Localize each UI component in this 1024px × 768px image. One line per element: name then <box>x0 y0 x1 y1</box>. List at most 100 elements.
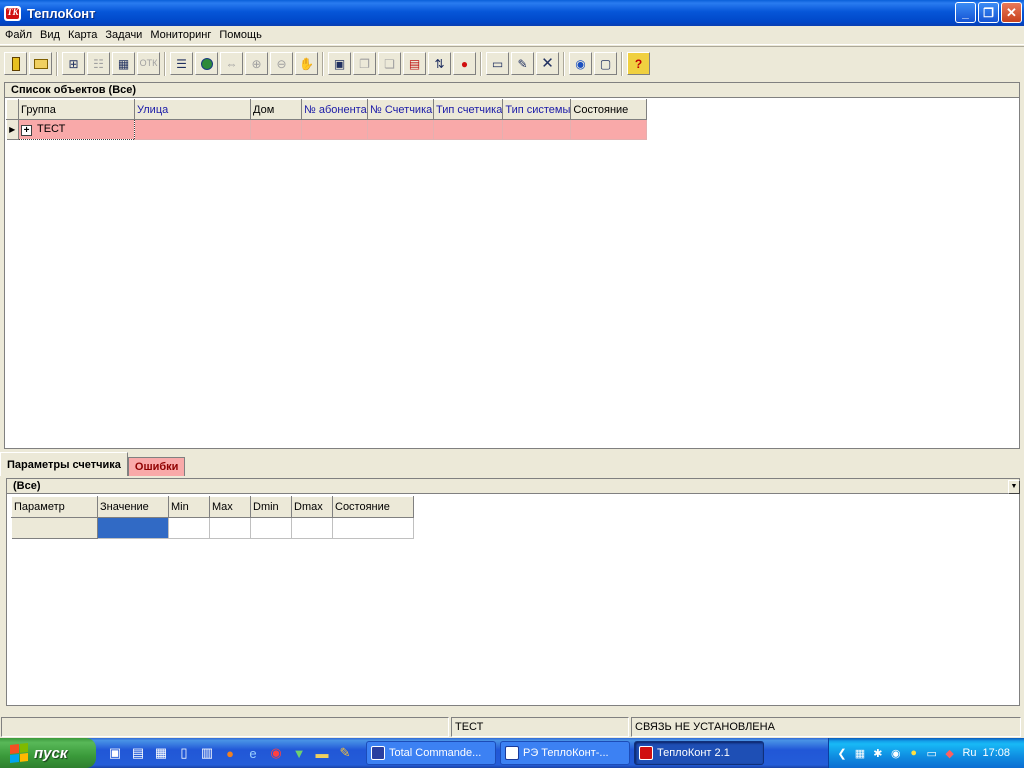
edit-note-icon[interactable]: ✎ <box>511 52 534 75</box>
copy-icon[interactable]: ❐ <box>353 52 376 75</box>
security-icon[interactable]: ● <box>907 746 921 760</box>
start-button[interactable]: пуск <box>0 738 96 768</box>
column-header-dmin[interactable]: Dmin <box>250 496 292 518</box>
cell-meter-type[interactable] <box>433 119 504 140</box>
minimize-button[interactable]: _ <box>955 2 976 23</box>
task-word-document[interactable]: РЭ ТеплоКонт-... <box>500 741 630 765</box>
pan-icon[interactable]: ✋ <box>295 52 318 75</box>
cell-meter-no[interactable] <box>367 119 434 140</box>
cell-subscriber-no[interactable] <box>301 119 368 140</box>
cell-system-type[interactable] <box>502 119 572 140</box>
zoom-out-icon[interactable]: ⊖ <box>270 52 293 75</box>
table-row[interactable]: ▶ + ТЕСТ <box>6 119 648 140</box>
paste-icon[interactable]: ❏ <box>378 52 401 75</box>
show-desktop-icon[interactable]: ▣ <box>106 744 124 762</box>
column-header-max[interactable]: Max <box>209 496 251 518</box>
task-label: Total Commande... <box>389 747 482 759</box>
column-header-subscriber-no[interactable]: № абонента <box>301 99 368 120</box>
column-header-group[interactable]: Группа <box>18 99 135 120</box>
title-bar[interactable]: TK ТеплоКонт _ ❐ ✕ <box>0 0 1024 26</box>
column-header-param-state[interactable]: Состояние <box>332 496 414 518</box>
task-list: Total Commande... РЭ ТеплоКонт-... Тепло… <box>366 741 764 765</box>
cell-dmin[interactable] <box>250 517 292 539</box>
cell-group[interactable]: + ТЕСТ <box>18 119 135 140</box>
tree-view-icon[interactable]: ⊞ <box>62 52 85 75</box>
column-header-meter-type[interactable]: Тип счетчика <box>432 99 504 120</box>
cell-value-selected[interactable] <box>97 517 169 539</box>
tab-errors[interactable]: Ошибки <box>127 457 186 476</box>
table-icon[interactable]: ▦ <box>112 52 135 75</box>
opera-icon[interactable]: ◉ <box>267 744 285 762</box>
document-list-icon[interactable]: ☰ <box>170 52 193 75</box>
network-icon[interactable]: ⇅ <box>428 52 451 75</box>
menu-tasks[interactable]: Задачи <box>105 29 148 41</box>
globe-icon[interactable]: ◉ <box>569 52 592 75</box>
column-header-street[interactable]: Улица <box>134 99 251 120</box>
otk-icon[interactable]: ОТК <box>137 52 160 75</box>
bug-icon[interactable]: ● <box>453 52 476 75</box>
column-header-parameter[interactable]: Параметр <box>11 496 98 518</box>
folder-icon[interactable]: ▬ <box>313 744 331 762</box>
column-header-value[interactable]: Значение <box>97 496 169 518</box>
app-icon[interactable]: TK <box>4 5 21 21</box>
column-header-meter-no[interactable]: № Счетчика <box>367 99 434 120</box>
clock[interactable]: 17:08 <box>982 747 1010 759</box>
cell-max[interactable] <box>209 517 251 539</box>
cell-parameter[interactable] <box>11 517 98 539</box>
task-label: ТеплоКонт 2.1 <box>657 747 730 759</box>
panel-dropdown-button[interactable]: ▼ <box>1008 480 1020 494</box>
column-header-dmax[interactable]: Dmax <box>291 496 333 518</box>
tab-meter-params[interactable]: Параметры счетчика <box>0 452 128 476</box>
tray-collapse-icon[interactable]: ❮ <box>835 746 849 760</box>
monitor-icon[interactable]: ▢ <box>594 52 617 75</box>
calculator-icon[interactable]: ▦ <box>152 744 170 762</box>
map-icon[interactable] <box>195 52 218 75</box>
cell-dmax[interactable] <box>291 517 333 539</box>
cell-street[interactable] <box>134 119 251 140</box>
expand-icon[interactable]: + <box>21 125 32 136</box>
menu-view[interactable]: Вид <box>40 29 66 41</box>
help-icon[interactable]: ? <box>627 52 650 75</box>
delete-icon[interactable]: ✕ <box>536 52 559 75</box>
save-icon[interactable]: ▤ <box>403 52 426 75</box>
antivirus-icon[interactable]: ◆ <box>943 746 957 760</box>
open-folder-icon[interactable] <box>29 52 52 75</box>
task-teplokont[interactable]: ТеплоКонт 2.1 <box>634 741 764 765</box>
tools-icon[interactable]: ✎ <box>336 744 354 762</box>
exit-icon[interactable] <box>4 52 27 75</box>
bluetooth-icon[interactable]: ✱ <box>871 746 885 760</box>
windows-logo-icon <box>10 743 28 763</box>
cell-house[interactable] <box>250 119 302 140</box>
menu-map[interactable]: Карта <box>68 29 103 41</box>
restore-button[interactable]: ❐ <box>978 2 999 23</box>
reports-icon[interactable]: ☷ <box>87 52 110 75</box>
menu-help[interactable]: Помощь <box>219 29 268 41</box>
column-header-system-type[interactable]: Тип системы <box>502 99 572 120</box>
objects-panel-caption: Список объектов (Все) <box>5 83 1019 98</box>
floppy-icon[interactable]: ▤ <box>129 744 147 762</box>
internet-explorer-icon[interactable]: e <box>244 744 262 762</box>
zoom-in-icon[interactable]: ⊕ <box>245 52 268 75</box>
language-indicator[interactable]: Ru <box>961 746 979 760</box>
cell-min[interactable] <box>168 517 210 539</box>
keyboard-icon[interactable]: ▭ <box>925 746 939 760</box>
column-header-state[interactable]: Состояние <box>570 99 648 120</box>
cell-param-state[interactable] <box>332 517 414 539</box>
notes-icon[interactable]: ▭ <box>486 52 509 75</box>
network-tray-icon[interactable]: ▦ <box>853 746 867 760</box>
task-total-commander[interactable]: Total Commande... <box>366 741 496 765</box>
table-row[interactable] <box>11 517 414 539</box>
column-header-min[interactable]: Min <box>168 496 210 518</box>
document-icon[interactable]: ▯ <box>175 744 193 762</box>
menu-monitoring[interactable]: Мониторинг <box>150 29 217 41</box>
globe-tray-icon[interactable]: ◉ <box>889 746 903 760</box>
column-header-house[interactable]: Дом <box>250 99 302 120</box>
read-data-icon[interactable]: ▣ <box>328 52 351 75</box>
cell-state[interactable] <box>570 119 648 140</box>
firefox-icon[interactable]: ● <box>221 744 239 762</box>
register-icon[interactable]: ▥ <box>198 744 216 762</box>
fit-map-icon[interactable]: ⇔ <box>220 52 243 75</box>
menu-file[interactable]: Файл <box>5 29 38 41</box>
download-icon[interactable]: ▼ <box>290 744 308 762</box>
close-button[interactable]: ✕ <box>1001 2 1022 23</box>
